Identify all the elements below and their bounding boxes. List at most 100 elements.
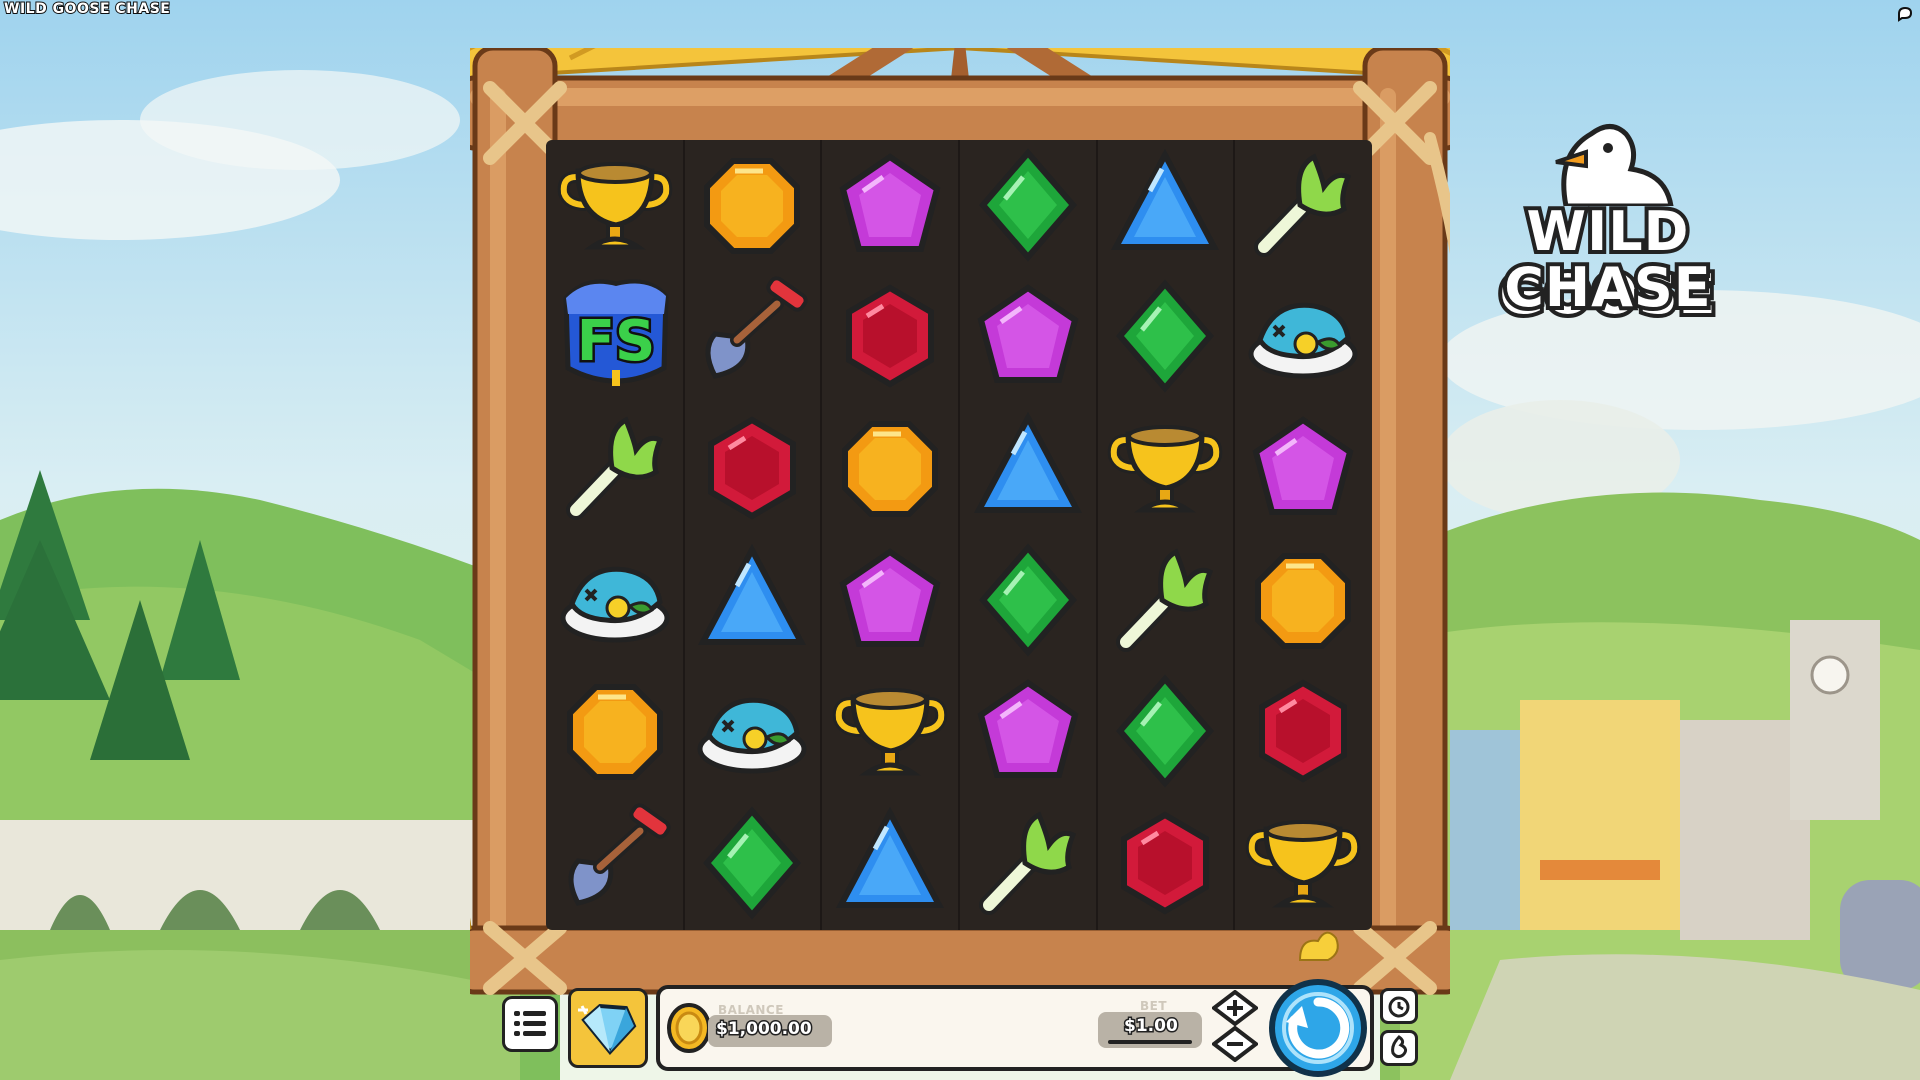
green-diamond-gem-icon xyxy=(978,148,1077,262)
reel-cell xyxy=(1234,667,1372,799)
trophy-icon xyxy=(557,161,673,250)
reel-cell xyxy=(1234,140,1372,272)
bet-decrease-button[interactable] xyxy=(1212,1026,1258,1062)
reel-cell xyxy=(821,403,959,535)
blue-triangle-gem-icon xyxy=(1111,148,1220,250)
orange-octagon-gem-icon xyxy=(704,157,801,254)
purple-pentagon-gem-icon xyxy=(839,548,941,647)
balance-label: BALANCE xyxy=(718,1003,784,1017)
reel-divider xyxy=(820,140,823,930)
reel-cell xyxy=(546,140,684,272)
reel-cell xyxy=(1097,403,1235,535)
reel-cell xyxy=(684,272,822,404)
fish-plate-icon xyxy=(560,566,670,643)
reel-cell: FS xyxy=(546,272,684,404)
reel-cell xyxy=(546,798,684,930)
autoplay-icon xyxy=(1388,996,1410,1018)
reel-cell xyxy=(1234,798,1372,930)
reel-divider xyxy=(1233,140,1236,930)
menu-button[interactable] xyxy=(502,996,558,1052)
reel-cell xyxy=(1097,535,1235,667)
leek-icon xyxy=(565,416,664,521)
reel-cell xyxy=(959,798,1097,930)
purple-pentagon-gem-icon xyxy=(977,284,1079,384)
purple-pentagon-gem-icon xyxy=(1252,416,1354,516)
bet-value: $1.00 xyxy=(1123,1015,1180,1038)
reel-cell xyxy=(1097,667,1235,799)
game-logo: WILD GOOSE CHASE xyxy=(1448,120,1768,330)
reel-cell xyxy=(684,403,822,535)
reel-cell xyxy=(1234,272,1372,404)
reel-cell xyxy=(821,272,959,404)
fish-plate-icon xyxy=(1248,303,1358,379)
leek-icon xyxy=(1116,548,1214,652)
reel-cell xyxy=(684,667,822,799)
diamond-icon xyxy=(578,1003,637,1056)
green-diamond-gem-icon xyxy=(978,543,1077,657)
red-hexagon-gem-icon xyxy=(1121,811,1210,915)
reel-cell xyxy=(821,535,959,667)
green-diamond-gem-icon xyxy=(1116,279,1215,394)
spin-button[interactable] xyxy=(1268,978,1368,1078)
reel-cell xyxy=(1234,535,1372,667)
reel-divider xyxy=(682,140,685,930)
menu-list-icon xyxy=(514,1011,546,1036)
reel-cell xyxy=(821,798,959,930)
purple-pentagon-gem-icon xyxy=(839,153,941,252)
reel-cell xyxy=(546,667,684,799)
gem-shop-button[interactable] xyxy=(568,988,648,1068)
red-hexagon-gem-icon xyxy=(1259,680,1348,783)
reel-cell xyxy=(1234,403,1372,535)
autoplay-button[interactable] xyxy=(1380,988,1418,1024)
fish-plate-icon xyxy=(697,698,807,774)
leek-icon xyxy=(1254,153,1352,257)
logo-title-line2: CHASE xyxy=(1500,252,1714,323)
blue-triangle-gem-icon xyxy=(973,411,1082,514)
reel-cell xyxy=(1097,798,1235,930)
green-diamond-gem-icon xyxy=(703,806,802,920)
reel-cell xyxy=(546,535,684,667)
reels-grid: FS xyxy=(546,140,1372,930)
trophy-icon xyxy=(832,688,948,776)
turbo-icon xyxy=(1391,1035,1408,1059)
shovel-icon xyxy=(705,276,809,380)
coin-icon xyxy=(667,1003,711,1053)
reel-cell xyxy=(959,535,1097,667)
bet-label: BET xyxy=(1140,999,1168,1013)
reel-cell xyxy=(959,140,1097,272)
bet-increase-button[interactable] xyxy=(1212,990,1258,1026)
reel-divider xyxy=(1095,140,1098,930)
reel-cell xyxy=(959,667,1097,799)
reel-cell xyxy=(1097,140,1235,272)
orange-octagon-gem-icon xyxy=(566,684,663,781)
red-hexagon-gem-icon xyxy=(708,416,797,520)
reel-cell xyxy=(684,140,822,272)
red-hexagon-gem-icon xyxy=(846,285,935,388)
purple-pentagon-gem-icon xyxy=(977,679,1079,779)
reel-cell xyxy=(821,667,959,799)
reel-cell xyxy=(546,403,684,535)
trophy-icon xyxy=(1245,820,1361,908)
reel-cell xyxy=(684,798,822,930)
green-diamond-gem-icon xyxy=(1116,674,1215,789)
reel-cell xyxy=(1097,272,1235,404)
balance-value: $1,000.00 xyxy=(715,1018,814,1041)
blue-triangle-gem-icon xyxy=(836,806,945,909)
reel-cell xyxy=(821,140,959,272)
turbo-button[interactable] xyxy=(1380,1030,1418,1066)
blue-triangle-gem-icon xyxy=(698,543,807,645)
leek-icon xyxy=(978,811,1077,916)
settings-corner-icon[interactable] xyxy=(1896,4,1914,22)
game-title-small: WILD GOOSE CHASE xyxy=(3,0,171,18)
bet-level-bar xyxy=(1108,1040,1192,1044)
orange-octagon-gem-icon xyxy=(842,421,939,518)
shovel-icon xyxy=(568,803,671,906)
orange-octagon-gem-icon xyxy=(1255,552,1352,649)
trophy-icon xyxy=(1108,425,1223,513)
reel-cell xyxy=(959,272,1097,404)
reel-divider xyxy=(958,140,960,930)
free-spins-scatter-icon: FS xyxy=(563,279,669,387)
free-spins-label: FS xyxy=(577,309,656,374)
reel-cell xyxy=(684,535,822,667)
reel-cell xyxy=(959,403,1097,535)
